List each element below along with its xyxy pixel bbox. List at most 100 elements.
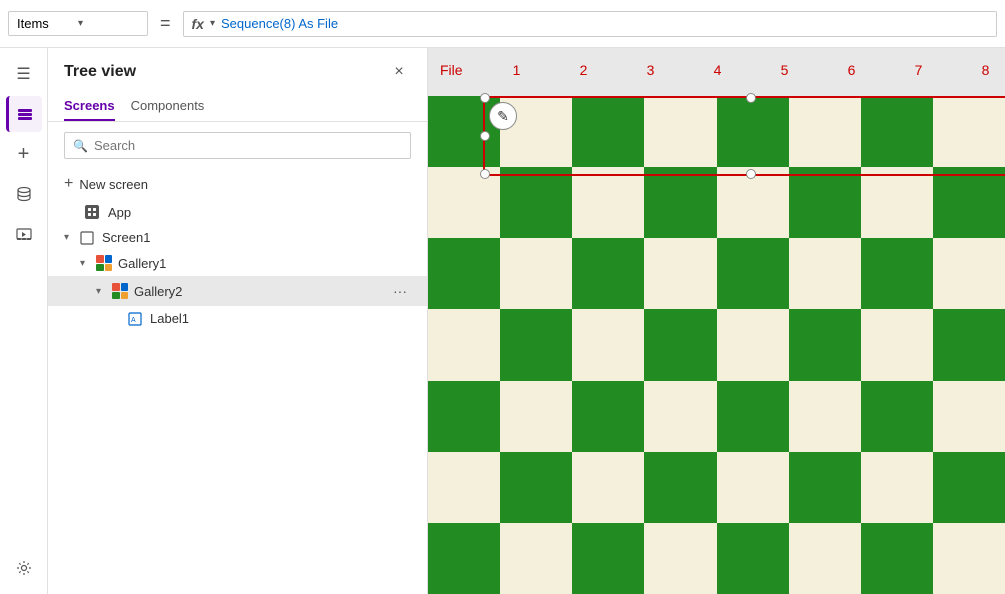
fx-icon: fx xyxy=(192,16,204,32)
chevron-down-icon: ▾ xyxy=(64,232,76,243)
checker-cell xyxy=(933,452,1005,523)
hamburger-menu-button[interactable]: ☰ xyxy=(6,56,42,92)
checker-cell xyxy=(933,96,1005,167)
checker-cell xyxy=(644,167,716,238)
tree-items: App ▾ Screen1 ▾ Gallery1 xyxy=(48,199,427,594)
gallery-icon xyxy=(96,255,112,271)
tree-item-gallery2[interactable]: ▾ Gallery2 ··· xyxy=(48,276,427,306)
checker-cell xyxy=(644,238,716,309)
equals-sign: = xyxy=(156,13,175,34)
svg-text:A: A xyxy=(131,317,136,324)
label1-label: Label1 xyxy=(150,311,411,326)
checkerboard xyxy=(428,96,1005,594)
layers-button[interactable] xyxy=(6,96,42,132)
add-button[interactable]: + xyxy=(6,136,42,172)
col-label-3: 3 xyxy=(617,62,684,78)
checker-cell xyxy=(500,238,572,309)
gallery2-icon xyxy=(112,283,128,299)
gallery2-label: Gallery2 xyxy=(134,284,385,299)
checker-cell xyxy=(789,309,861,380)
checker-cell xyxy=(933,523,1005,594)
tree-item-gallery1[interactable]: ▾ Gallery1 xyxy=(48,250,427,276)
settings-button[interactable] xyxy=(6,550,42,586)
items-dropdown[interactable]: Items ▾ xyxy=(8,11,148,36)
tree-header: Tree view × xyxy=(48,48,427,92)
formula-chevron-icon: ▾ xyxy=(210,18,215,29)
checker-cell xyxy=(572,452,644,523)
col-label-8: 8 xyxy=(952,62,1005,78)
checker-cell xyxy=(789,167,861,238)
tree-title: Tree view xyxy=(64,63,136,81)
column-labels: 1 2 3 4 5 6 7 8 xyxy=(483,62,1005,78)
tab-components[interactable]: Components xyxy=(131,92,205,121)
new-screen-button[interactable]: + New screen xyxy=(48,169,427,199)
checker-cell xyxy=(644,309,716,380)
tree-item-label1[interactable]: A Label1 xyxy=(48,306,427,331)
checker-cell xyxy=(861,523,933,594)
checker-cell xyxy=(644,452,716,523)
items-dropdown-label: Items xyxy=(17,16,78,31)
checker-cell xyxy=(789,238,861,309)
app-icon xyxy=(84,204,100,220)
col-label-2: 2 xyxy=(550,62,617,78)
screen1-label: Screen1 xyxy=(102,230,411,245)
canvas-area[interactable]: File 1 2 3 4 5 6 7 8 ✎ xyxy=(428,48,1005,594)
checker-cell xyxy=(861,238,933,309)
formula-text: Sequence(8) As File xyxy=(221,16,338,31)
checker-cell xyxy=(717,452,789,523)
checker-cell xyxy=(717,96,789,167)
checker-cell xyxy=(861,309,933,380)
search-box[interactable]: 🔍 xyxy=(64,132,411,159)
top-bar: Items ▾ = fx ▾ Sequence(8) As File xyxy=(0,0,1005,48)
database-button[interactable] xyxy=(6,176,42,212)
checker-cell xyxy=(861,452,933,523)
checker-cell xyxy=(717,523,789,594)
close-tree-button[interactable]: × xyxy=(387,60,411,84)
checker-cell xyxy=(572,381,644,452)
checker-cell xyxy=(428,309,500,380)
search-input[interactable] xyxy=(94,138,402,153)
checker-cell xyxy=(500,452,572,523)
checker-cell xyxy=(500,381,572,452)
tab-screens[interactable]: Screens xyxy=(64,92,115,121)
checker-cell xyxy=(789,96,861,167)
checker-cell xyxy=(428,452,500,523)
col-label-7: 7 xyxy=(885,62,952,78)
checker-cell xyxy=(572,309,644,380)
checker-cell xyxy=(572,96,644,167)
tree-item-app[interactable]: App xyxy=(48,199,427,225)
checker-cell xyxy=(933,309,1005,380)
checker-cell xyxy=(644,96,716,167)
tree-tabs: Screens Components xyxy=(48,92,427,122)
checker-cell xyxy=(500,523,572,594)
media-button[interactable] xyxy=(6,216,42,252)
checker-cell xyxy=(428,238,500,309)
icon-sidebar: ☰ + xyxy=(0,48,48,594)
checker-cell xyxy=(644,381,716,452)
dropdown-chevron-icon: ▾ xyxy=(78,18,139,29)
col-label-4: 4 xyxy=(684,62,751,78)
checker-cell xyxy=(933,381,1005,452)
screen-icon xyxy=(80,231,94,245)
checker-cell xyxy=(789,381,861,452)
formula-bar[interactable]: fx ▾ Sequence(8) As File xyxy=(183,11,997,37)
checker-cell xyxy=(717,381,789,452)
more-options-button[interactable]: ··· xyxy=(389,281,411,301)
checker-cell xyxy=(717,238,789,309)
new-screen-label: New screen xyxy=(79,177,148,192)
tree-item-screen1[interactable]: ▾ Screen1 xyxy=(48,225,427,250)
checker-cell xyxy=(861,381,933,452)
chevron-down2-icon: ▾ xyxy=(96,286,108,297)
main-content: ☰ + xyxy=(0,48,1005,594)
checker-cell xyxy=(861,96,933,167)
checker-cell xyxy=(789,452,861,523)
search-icon: 🔍 xyxy=(73,139,88,153)
plus-icon: + xyxy=(64,175,73,193)
file-label: File xyxy=(440,62,463,78)
gallery1-label: Gallery1 xyxy=(118,256,411,271)
checker-cell xyxy=(717,309,789,380)
checker-cell xyxy=(572,238,644,309)
col-label-5: 5 xyxy=(751,62,818,78)
col-label-6: 6 xyxy=(818,62,885,78)
checker-cell xyxy=(500,309,572,380)
